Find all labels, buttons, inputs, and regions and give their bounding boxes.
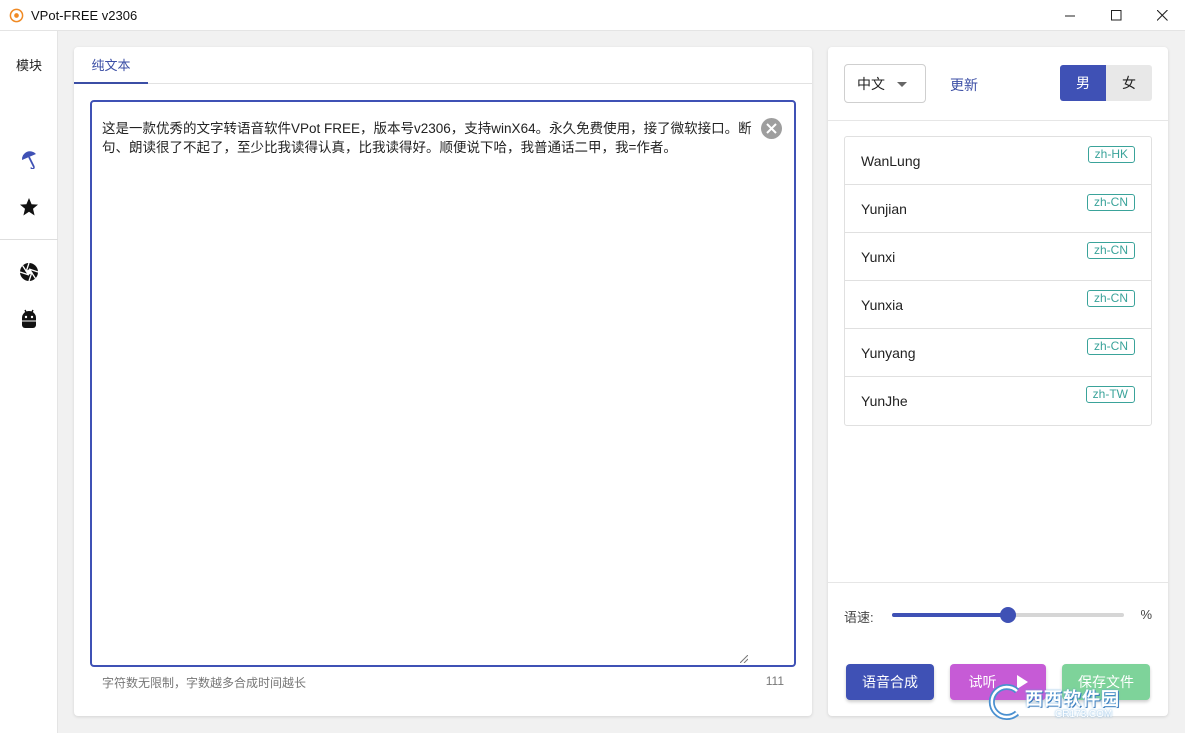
voice-name: WanLung [861, 153, 921, 169]
aperture-icon [19, 262, 39, 282]
panel-divider [828, 120, 1168, 121]
voice-locale-badge: zh-CN [1086, 194, 1135, 211]
nav-aperture-button[interactable] [17, 260, 41, 284]
voice-locale-badge: zh-TW [1085, 386, 1135, 403]
voice-list-item[interactable]: Yunxi zh-CN [845, 233, 1151, 281]
voice-locale-badge: zh-CN [1086, 242, 1135, 259]
left-nav: 模块 [0, 31, 58, 733]
nav-robot-button[interactable] [17, 308, 41, 332]
text-input-content[interactable]: 这是一款优秀的文字转语音软件VPot FREE，版本号v2306，支持winX6… [102, 119, 752, 157]
maximize-button[interactable] [1093, 0, 1139, 31]
synthesize-button[interactable]: 语音合成 [846, 664, 934, 700]
voice-locale-badge: zh-CN [1086, 290, 1135, 307]
voice-name: YunJhe [861, 393, 908, 409]
speed-slider-handle[interactable] [1000, 607, 1016, 623]
text-editor-card: 纯文本 这是一款优秀的文字转语音软件VPot FREE，版本号v2306，支持w… [74, 47, 812, 716]
minimize-button[interactable] [1047, 0, 1093, 31]
panel-divider [828, 582, 1168, 583]
watermark-subtext: CR173.COM [1055, 709, 1113, 720]
resize-grip-icon[interactable] [740, 655, 748, 663]
synthesize-label: 语音合成 [862, 674, 918, 690]
speed-label: 语速: [844, 610, 874, 625]
char-limit-hint: 字符数无限制，字数越多合成时间越长 [102, 676, 307, 690]
caret-down-icon [897, 82, 907, 87]
gender-female-button[interactable]: 女 [1106, 65, 1152, 101]
voice-name: Yunxia [861, 297, 904, 313]
voice-list-item[interactable]: YunJhe zh-TW [845, 377, 1151, 425]
nav-umbrella-button[interactable] [17, 147, 41, 171]
voice-panel: 中文 更新 男 女 WanLung zh-HK Yunjian zh-CN Yu… [828, 47, 1168, 716]
char-count: 111 [765, 674, 784, 688]
window-title: VPot-FREE v2306 [31, 8, 138, 23]
robot-icon [22, 309, 36, 328]
watermark-text: 西西软件园 [1025, 689, 1120, 709]
language-select[interactable]: 中文 [844, 64, 926, 103]
nav-favorites-button[interactable] [17, 195, 41, 219]
voice-list: WanLung zh-HK Yunjian zh-CN Yunxi zh-CN … [844, 136, 1152, 426]
title-bar: VPot-FREE v2306 [0, 0, 1185, 31]
voice-name: Yunyang [861, 345, 916, 361]
umbrella-icon [21, 151, 36, 169]
voice-name: Yunxi [861, 249, 896, 265]
voice-list-item[interactable]: WanLung zh-HK [845, 137, 1151, 185]
watermark-logo-icon [988, 684, 1020, 720]
gender-toggle: 男 女 [1060, 65, 1152, 101]
close-window-button[interactable] [1139, 0, 1185, 31]
star-icon [20, 198, 38, 216]
gender-male-button[interactable]: 男 [1060, 65, 1106, 101]
voice-locale-badge: zh-HK [1087, 146, 1135, 163]
language-value: 中文 [857, 75, 885, 92]
tab-plain-text[interactable]: 纯文本 [74, 47, 148, 84]
module-label: 模块 [15, 58, 42, 73]
clear-text-button[interactable] [761, 118, 782, 139]
update-button[interactable]: 更新 [950, 75, 978, 95]
voice-name: Yunjian [861, 201, 907, 217]
voice-list-item[interactable]: Yunyang zh-CN [845, 329, 1151, 377]
voice-list-item[interactable]: Yunxia zh-CN [845, 281, 1151, 329]
minimize-icon [1064, 15, 1075, 17]
text-input-area[interactable]: 这是一款优秀的文字转语音软件VPot FREE，版本号v2306，支持winX6… [90, 100, 796, 667]
speed-slider-fill [892, 613, 1008, 617]
speed-unit: % [1140, 607, 1152, 622]
watermark: 西西软件园 CR173.COM [985, 683, 1167, 723]
voice-locale-badge: zh-CN [1086, 338, 1135, 355]
maximize-icon [1110, 10, 1121, 21]
voice-list-item[interactable]: Yunjian zh-CN [845, 185, 1151, 233]
close-icon [1156, 10, 1168, 21]
speed-slider[interactable] [892, 607, 1124, 623]
app-logo-icon [9, 8, 24, 23]
editor-tabbar: 纯文本 [74, 47, 812, 84]
clear-icon [766, 123, 777, 134]
nav-divider [0, 239, 58, 240]
